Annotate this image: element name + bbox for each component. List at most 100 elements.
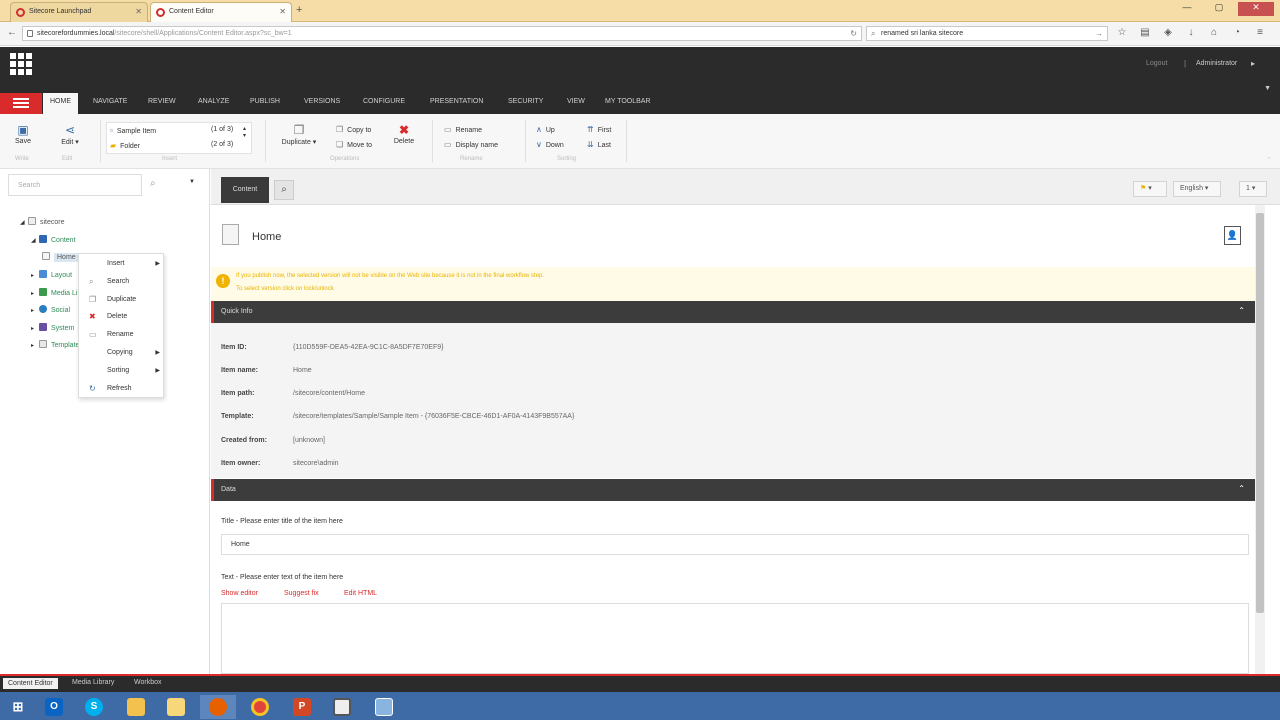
tab-content[interactable]: Content xyxy=(221,177,269,203)
rename-button[interactable]: ▭ Rename xyxy=(444,125,482,134)
bookmark-star-icon[interactable]: ☆ xyxy=(1116,27,1128,39)
move-to-button[interactable]: ❏ Move to xyxy=(336,140,372,149)
gallery-scroll-icon[interactable]: ▴ ▾ xyxy=(243,125,246,139)
tab-view[interactable]: VIEW xyxy=(567,98,585,105)
tree-node-system[interactable]: ▸ System xyxy=(31,323,74,332)
tab-home[interactable]: HOME xyxy=(43,93,78,114)
user-profile-icon[interactable]: 👤 xyxy=(1224,226,1241,245)
menu-item-refresh[interactable]: ↻ Refresh xyxy=(79,381,165,397)
scrollbar-thumb[interactable] xyxy=(1256,213,1264,613)
tab-my-toolbar[interactable]: MY TOOLBAR xyxy=(605,98,651,105)
menu-item-search[interactable]: ⌕ Search xyxy=(79,274,165,290)
copy-to-button[interactable]: ❐ Copy to xyxy=(336,125,371,134)
save-button[interactable]: ▣ Save xyxy=(12,123,34,145)
pocket-icon[interactable]: ◈ xyxy=(1162,27,1174,39)
menu-item-copying[interactable]: Copying ▶ xyxy=(79,345,165,361)
show-editor-link[interactable]: Show editor xyxy=(221,590,258,597)
tree-search-input[interactable]: Search xyxy=(8,174,142,196)
collapse-icon[interactable]: ◢ xyxy=(20,219,28,226)
expand-icon[interactable]: ▸ xyxy=(31,272,39,279)
flag-dropdown[interactable]: ⚑ ▾ xyxy=(1133,181,1167,197)
sort-first-button[interactable]: ⇈ First xyxy=(587,125,611,134)
suggest-fix-link[interactable]: Suggest fix xyxy=(284,590,319,597)
explorer-taskbar-button[interactable] xyxy=(158,695,194,719)
minimize-icon[interactable]: — xyxy=(1174,2,1200,16)
expand-icon[interactable]: ▸ xyxy=(31,290,39,297)
expand-icon[interactable]: ▸ xyxy=(31,307,39,314)
skype-taskbar-button[interactable]: S xyxy=(76,695,112,719)
insert-sample-item[interactable]: ▫ Sample Item xyxy=(110,126,156,135)
app-tab-content-editor[interactable]: Content Editor xyxy=(3,678,58,689)
outlook-taskbar-button[interactable]: O xyxy=(36,695,72,719)
search-icon[interactable]: ⌕ xyxy=(150,178,156,189)
close-window-icon[interactable]: ✕ xyxy=(1238,2,1274,16)
reload-icon[interactable]: ↻ xyxy=(850,29,857,38)
search-options-dropdown-icon[interactable]: ▼ xyxy=(189,179,195,185)
tree-node-layout[interactable]: ▸ Layout xyxy=(31,270,72,279)
menu-item-sorting[interactable]: Sorting ▶ xyxy=(79,363,165,379)
duplicate-button[interactable]: ❐ Duplicate ▾ xyxy=(276,123,322,146)
tree-node-social[interactable]: ▸ Social xyxy=(31,305,70,314)
home-icon[interactable]: ⌂ xyxy=(1208,27,1220,39)
editor-search-icon[interactable]: ⌕ xyxy=(274,180,294,200)
hamburger-menu-icon[interactable] xyxy=(0,93,42,114)
close-tab-icon[interactable]: ✕ xyxy=(279,7,286,16)
tab-navigate[interactable]: NAVIGATE xyxy=(93,98,127,105)
tree-node-templates[interactable]: ▸ Templates xyxy=(31,340,83,349)
ribbon-collapse-icon[interactable]: ▼ xyxy=(1264,85,1271,92)
tab-presentation[interactable]: PRESENTATION xyxy=(430,98,483,105)
address-bar[interactable]: sitecorefordummies.local/sitecore/shell/… xyxy=(22,26,862,41)
expand-icon[interactable]: ▸ xyxy=(31,325,39,332)
start-button[interactable]: ⊞ xyxy=(0,695,36,719)
tree-node-home[interactable]: Home xyxy=(42,252,79,262)
back-icon[interactable]: ← xyxy=(7,27,17,38)
chat-icon[interactable]: ◔ xyxy=(1231,27,1243,39)
remote-desktop-taskbar-button[interactable] xyxy=(366,695,402,719)
sort-down-button[interactable]: ∨ Down xyxy=(536,140,564,149)
search-go-icon[interactable]: → xyxy=(1095,29,1103,38)
tab-publish[interactable]: PUBLISH xyxy=(250,98,280,105)
chrome-taskbar-button[interactable] xyxy=(242,695,278,719)
menu-icon[interactable]: ≡ xyxy=(1254,27,1266,39)
insert-gallery[interactable]: ▫ Sample Item (1 of 3) ▰ Folder (2 of 3) ▴… xyxy=(106,122,252,154)
menu-item-rename[interactable]: ▭ Rename xyxy=(79,327,165,343)
editor-scrollbar[interactable] xyxy=(1255,205,1265,674)
tree-node-sitecore[interactable]: ◢ sitecore xyxy=(20,217,65,226)
tab-security[interactable]: SECURITY xyxy=(508,98,543,105)
edit-html-link[interactable]: Edit HTML xyxy=(344,590,377,597)
edit-button[interactable]: ⋖ Edit ▾ xyxy=(57,123,83,146)
collapse-section-icon[interactable]: ⌃ xyxy=(1238,306,1245,315)
user-name[interactable]: Administrator xyxy=(1196,60,1237,67)
close-tab-icon[interactable]: ✕ xyxy=(135,7,142,16)
tab-analyze[interactable]: ANALYZE xyxy=(198,98,229,105)
delete-button[interactable]: ✖ Delete xyxy=(391,123,417,145)
new-tab-icon[interactable]: + xyxy=(296,4,302,16)
app-taskbar-button[interactable] xyxy=(324,695,360,719)
menu-item-duplicate[interactable]: ❐ Duplicate xyxy=(79,292,165,308)
collapse-section-icon[interactable]: ⌃ xyxy=(1238,484,1245,493)
browser-tab-launchpad[interactable]: Sitecore Launchpad ✕ xyxy=(10,2,148,22)
tab-versions[interactable]: VERSIONS xyxy=(304,98,340,105)
version-dropdown[interactable]: 1 ▾ xyxy=(1239,181,1267,197)
quick-info-section-header[interactable]: Quick Info ⌃ xyxy=(211,301,1255,323)
maximize-icon[interactable]: ▢ xyxy=(1206,2,1232,16)
tab-configure[interactable]: CONFIGURE xyxy=(363,98,405,105)
logout-link[interactable]: Logout xyxy=(1146,60,1167,67)
browser-search-input[interactable]: ⌕ renamed sri lanka sitecore → xyxy=(866,26,1108,41)
sort-last-button[interactable]: ⇊ Last xyxy=(587,140,611,149)
launchpad-grid-icon[interactable] xyxy=(10,53,32,75)
title-field[interactable]: Home xyxy=(221,534,1249,555)
text-field-rich-text[interactable] xyxy=(221,603,1249,674)
download-icon[interactable]: ↓ xyxy=(1185,27,1197,39)
app-tab-workbox[interactable]: Workbox xyxy=(134,679,162,686)
browser-tab-content-editor[interactable]: Content Editor ✕ xyxy=(150,2,292,22)
display-name-button[interactable]: ▭ Display name xyxy=(444,140,498,149)
menu-item-insert[interactable]: Insert ▶ xyxy=(79,256,165,272)
expand-icon[interactable]: ▸ xyxy=(31,342,39,349)
app-tab-media-library[interactable]: Media Library xyxy=(72,679,114,686)
ribbon-expand-icon[interactable]: ⌃ xyxy=(1266,156,1272,164)
user-arrow-icon[interactable]: ▸ xyxy=(1251,59,1255,68)
tab-review[interactable]: REVIEW xyxy=(148,98,176,105)
collapse-icon[interactable]: ◢ xyxy=(31,237,39,244)
folder-taskbar-button[interactable] xyxy=(118,695,154,719)
